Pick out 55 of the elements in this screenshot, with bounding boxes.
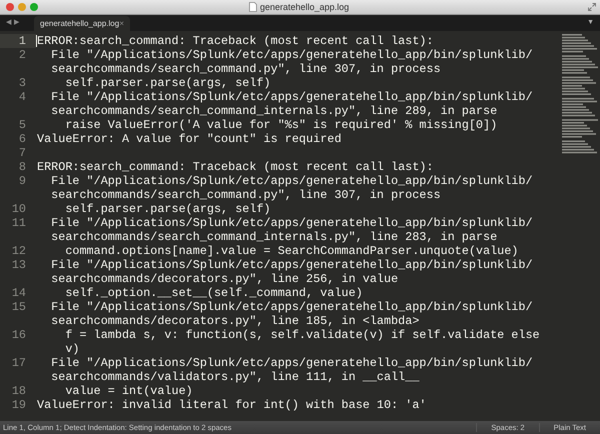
- window-title: generatehello_app.log: [260, 2, 350, 12]
- line-number: 3: [18, 76, 27, 90]
- code-line: searchcommands/search_command_internals.py", line 283, in parse: [50, 230, 498, 244]
- code-line: self.parser.parse(args, self): [64, 76, 271, 90]
- code-line: f = lambda s, v: function(s, self.validate(v) if self.validate else: [64, 328, 540, 342]
- line-number: 19: [10, 398, 27, 412]
- code-line: File "/Applications/Splunk/etc/apps/generatehello_app/bin/splunklib/: [50, 356, 533, 370]
- code-line: File "/Applications/Splunk/etc/apps/generatehello_app/bin/splunklib/: [50, 216, 533, 230]
- line-number: 16: [10, 328, 27, 344]
- code-line: searchcommands/validators.py", line 111, in __call__: [50, 370, 420, 384]
- line-number: 6: [18, 132, 27, 146]
- code-line: searchcommands/search_command.py", line 307, in process: [50, 188, 442, 202]
- line-number: 11: [10, 216, 27, 232]
- code-line: ValueError: invalid literal for int() with base 10: 'a': [37, 398, 426, 412]
- code-line: v): [64, 342, 80, 356]
- code-line: searchcommands/search_command.py", line 307, in process: [50, 62, 442, 76]
- fullscreen-icon[interactable]: [588, 3, 596, 11]
- line-number: 7: [18, 146, 27, 160]
- document-icon: [248, 2, 257, 12]
- code-line: command.options[name].value = SearchCommandParser.unquote(value): [64, 244, 518, 258]
- line-number: 5: [18, 118, 27, 132]
- line-number: 8: [18, 160, 27, 174]
- code-line: self.parser.parse(args, self): [64, 202, 271, 216]
- code-line: File "/Applications/Splunk/etc/apps/generatehello_app/bin/splunklib/: [50, 90, 533, 104]
- minimap-drawing[interactable]: [562, 34, 598, 154]
- code-line: ERROR:search_command: Traceback (most recent call last):: [37, 34, 434, 48]
- line-number: 15: [10, 300, 27, 316]
- file-tab[interactable]: generatehello_app.log×: [34, 16, 130, 31]
- line-number: 4: [18, 90, 27, 106]
- code-line: raise ValueError('A value for "%s" is required' % missing[0]): [64, 118, 498, 132]
- close-button[interactable]: [6, 3, 14, 11]
- line-number: 18: [10, 384, 27, 398]
- code-line: self._option.__set__(self._command, value): [64, 286, 363, 300]
- code-line: searchcommands/decorators.py", line 256, in value: [50, 272, 400, 286]
- line-number: 1: [0, 34, 36, 48]
- zoom-button[interactable]: [30, 3, 38, 11]
- line-number: 17: [10, 356, 27, 372]
- line-number: 13: [10, 258, 27, 274]
- code-line: searchcommands/decorators.py", line 185, in <lambda>: [50, 314, 420, 328]
- code-line: File "/Applications/Splunk/etc/apps/generatehello_app/bin/splunklib/: [50, 258, 533, 272]
- line-number: 10: [10, 202, 27, 216]
- code-line: File "/Applications/Splunk/etc/apps/generatehello_app/bin/splunklib/: [50, 300, 533, 314]
- line-number: 9: [18, 174, 27, 190]
- code-line: searchcommands/search_command_internals.py", line 289, in parse: [50, 104, 498, 118]
- code-line: ValueError: A value for "count" is required: [37, 132, 342, 146]
- code-line: File "/Applications/Splunk/etc/apps/generatehello_app/bin/splunklib/: [50, 48, 533, 62]
- tab-close-button[interactable]: ×: [119, 19, 124, 28]
- text-cursor: [36, 35, 37, 47]
- line-number: 2: [18, 48, 27, 64]
- line-number: 12: [10, 244, 27, 258]
- code-line: value = int(value): [64, 384, 193, 398]
- line-number: 14: [10, 286, 27, 300]
- code-line: ERROR:search_command: Traceback (most recent call last):: [37, 160, 434, 174]
- code-line: File "/Applications/Splunk/etc/apps/generatehello_app/bin/splunklib/: [50, 174, 533, 188]
- minimize-button[interactable]: [18, 3, 26, 11]
